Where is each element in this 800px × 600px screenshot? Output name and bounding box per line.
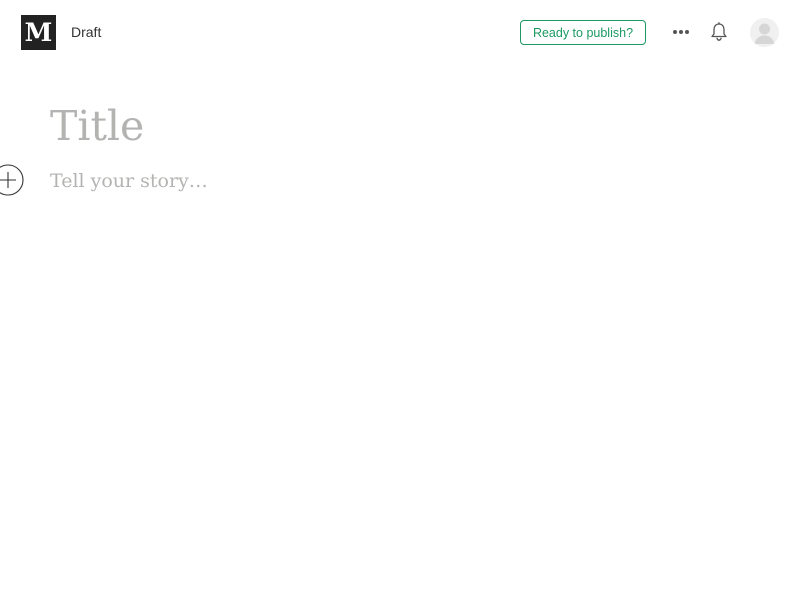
user-avatar-icon	[750, 18, 779, 47]
notifications-button[interactable]	[707, 19, 731, 45]
more-options-button[interactable]	[668, 20, 694, 44]
top-bar: M Draft Ready to publish?	[0, 0, 800, 64]
plus-circle-icon	[0, 164, 24, 196]
story-body-input[interactable]: Tell your story…	[50, 168, 208, 194]
more-horizontal-icon	[673, 30, 689, 34]
add-embed-button[interactable]	[0, 164, 24, 196]
medium-logo[interactable]: M	[21, 15, 56, 50]
logo-letter: M	[24, 18, 53, 47]
bell-icon	[711, 22, 727, 41]
title-input[interactable]: Title	[50, 98, 144, 154]
ready-to-publish-button[interactable]: Ready to publish?	[520, 20, 646, 45]
user-avatar[interactable]	[750, 18, 779, 47]
draft-status-label: Draft	[71, 24, 102, 40]
